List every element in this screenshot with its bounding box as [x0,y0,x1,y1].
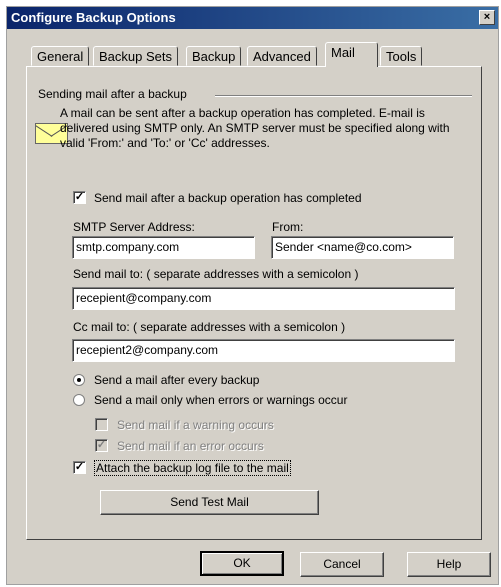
error-checkbox[interactable]: ✓ [95,439,108,452]
warning-checkbox[interactable] [95,418,108,431]
cc-label: Cc mail to: ( separate addresses with a … [73,320,346,334]
smtp-label: SMTP Server Address: [73,220,195,234]
send-test-mail-button[interactable]: Send Test Mail [100,490,319,515]
tab-backup-sets[interactable]: Backup Sets [93,46,178,66]
from-input[interactable]: Sender <name@co.com> [271,236,454,259]
tab-label: Backup Sets [99,49,172,64]
section-divider [215,95,472,97]
tab-label: Advanced [253,49,311,64]
send-every-radio[interactable] [73,374,85,386]
window-title: Configure Backup Options [11,10,176,25]
cc-input[interactable]: recepient2@company.com [72,339,455,362]
tab-general[interactable]: General [31,46,90,66]
cancel-button[interactable]: Cancel [300,552,384,577]
from-label: From: [272,220,304,234]
attach-log-label: Attach the backup log file to the mail [94,460,291,476]
warning-label: Send mail if a warning occurs [117,418,274,432]
tab-tools[interactable]: Tools [380,46,423,66]
tab-backup[interactable]: Backup [186,46,242,66]
close-icon: × [483,11,491,23]
help-button[interactable]: Help [407,552,491,577]
section-title: Sending mail after a backup [38,87,187,101]
attach-log-checkbox[interactable]: ✓ [73,461,86,474]
tab-label: Mail [331,45,355,60]
smtp-server-input[interactable]: smtp.company.com [72,236,255,259]
send-mail-label: Send mail after a backup operation has c… [94,191,362,205]
send-to-label: Send mail to: ( separate addresses with … [73,267,359,281]
tab-label: Backup [192,49,236,64]
tab-label: General [37,49,84,64]
close-button[interactable]: × [479,10,495,25]
tab-label: Tools [386,49,417,64]
send-errors-label: Send a mail only when errors or warnings… [94,393,348,407]
send-errors-radio[interactable] [73,394,85,406]
send-mail-checkbox[interactable]: ✓ [73,191,86,204]
title-bar[interactable]: Configure Backup Options × [7,7,498,29]
send-every-label: Send a mail after every backup [94,373,260,387]
ok-button[interactable]: OK [200,551,284,576]
info-text: A mail can be sent after a backup operat… [60,106,450,150]
send-to-input[interactable]: recepient@company.com [72,287,455,310]
tab-mail[interactable]: Mail [325,42,378,67]
tab-advanced[interactable]: Advanced [247,46,317,66]
error-label: Send mail if an error occurs [117,439,264,453]
